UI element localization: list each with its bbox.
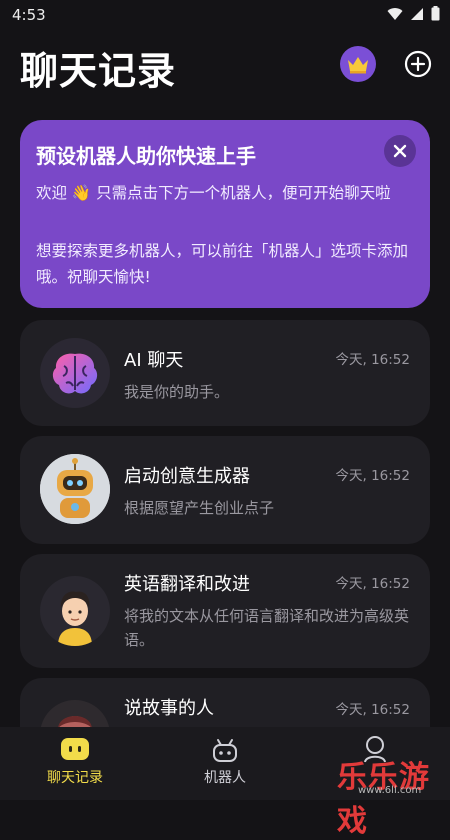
- close-icon: [393, 144, 407, 158]
- chat-preview: 我是你的助手。: [124, 383, 230, 401]
- status-bar: 4:53: [0, 0, 450, 28]
- robot-outline-icon: [213, 739, 237, 762]
- brain-icon: [52, 353, 98, 394]
- vip-crown-button[interactable]: [340, 46, 376, 82]
- chat-time: 今天, 16:52: [335, 576, 411, 592]
- tab-chat-history[interactable]: 聊天记录: [35, 727, 115, 810]
- chat-time: 今天, 16:52: [335, 468, 411, 484]
- banner-explore-text: 想要探索更多机器人，可以前往「机器人」选项卡添加哦。祝聊天愉快!: [36, 242, 409, 286]
- translator-avatar: [40, 576, 110, 646]
- chat-time: 今天, 16:52: [335, 352, 411, 368]
- ai-brain-avatar: [40, 338, 110, 408]
- page-title: 聊天记录: [20, 49, 177, 93]
- tab-label: 聊天记录: [47, 770, 103, 786]
- banner-welcome-text: 欢迎 👋 只需点击下方一个机器人，便可开始聊天啦: [36, 184, 391, 202]
- watermark-logo: 乐乐游戏: [337, 760, 430, 839]
- banner-close-button[interactable]: [384, 135, 416, 167]
- header: 聊天记录: [0, 28, 450, 100]
- chat-item[interactable]: 启动创意生成器 根据愿望产生创业点子 今天, 16:52: [20, 436, 430, 544]
- status-time: 4:53: [12, 6, 46, 24]
- welcome-banner: 预设机器人助你快速上手 欢迎 👋 只需点击下方一个机器人，便可开始聊天啦 想要探…: [20, 120, 430, 308]
- robot-icon: [40, 454, 110, 524]
- tab-label: 机器人: [204, 770, 246, 786]
- chat-name: AI 聊天: [124, 350, 184, 371]
- chat-bubble-icon: [61, 738, 89, 760]
- chat-time: 今天, 16:52: [335, 702, 411, 718]
- add-chat-button[interactable]: [404, 50, 432, 78]
- tab-robots[interactable]: 机器人: [185, 727, 265, 810]
- chat-preview: 将我的文本从任何语言翻译和改进为高级英语。: [124, 607, 410, 649]
- status-icons: [387, 6, 440, 21]
- chat-item[interactable]: 英语翻译和改进 将我的文本从任何语言翻译和改进为高级英语。 今天, 16:52: [20, 554, 430, 668]
- robot-avatar: [40, 454, 110, 524]
- battery-icon: [431, 6, 440, 21]
- person-icon: [58, 591, 92, 646]
- watermark-site: www.6ll.com: [358, 785, 422, 796]
- chat-item[interactable]: AI 聊天 我是你的助手。 今天, 16:52: [20, 320, 430, 426]
- chat-name: 英语翻译和改进: [124, 574, 250, 595]
- chat-name: 说故事的人: [124, 698, 214, 719]
- chat-name: 启动创意生成器: [124, 466, 250, 487]
- crown-icon: [348, 57, 368, 74]
- chat-preview: 根据愿望产生创业点子: [124, 499, 275, 517]
- banner-title: 预设机器人助你快速上手: [36, 144, 256, 168]
- signal-icon: [411, 7, 423, 20]
- wifi-icon: [387, 7, 403, 20]
